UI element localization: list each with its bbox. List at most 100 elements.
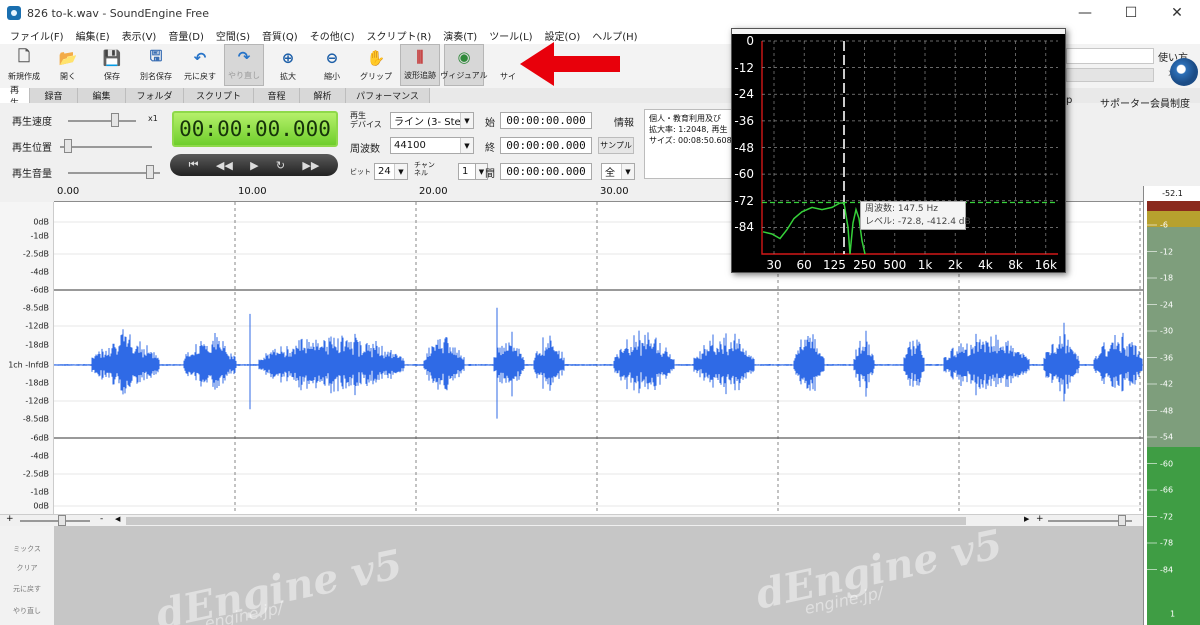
waveform-track-button[interactable]: ⫼ 波形追跡 (400, 44, 440, 86)
visual-icon: ◉ (457, 48, 471, 66)
menu-item[interactable]: 演奏(T) (437, 28, 483, 43)
save-as-button[interactable]: 🖫 別名保存 (136, 44, 176, 86)
menu-item[interactable]: その他(C) (304, 28, 361, 43)
zoom-minus-icon[interactable]: - (100, 514, 103, 524)
toolbar-button-label: ヴィジュアル (440, 71, 488, 80)
zoom-out-button[interactable]: ⊖ 縮小 (312, 44, 352, 86)
tab-4[interactable]: スクリプト (184, 88, 254, 103)
meter-tick-label: -66 (1160, 485, 1174, 495)
info-label: 情報 (614, 118, 634, 129)
frequency-select[interactable]: 44100 ▼ (390, 137, 474, 154)
menu-item[interactable]: スクリプト(R) (361, 28, 438, 43)
ruler-tick-label: 10.00 (238, 186, 267, 197)
redo-button[interactable]: ↷ やり直し (224, 44, 264, 86)
save-button[interactable]: 💾 保存 (92, 44, 132, 86)
position-slider-track[interactable] (60, 146, 152, 148)
level-meter: -52.1 -6 -12 -18 -24 -30 -36 -42 -48 -54 -60 -66 -7… (1143, 186, 1200, 625)
speed-slider-thumb[interactable] (111, 113, 119, 127)
link-p[interactable]: p (1066, 95, 1072, 106)
scroll-right-icon[interactable]: ▶ (1024, 515, 1029, 523)
interval-time-field[interactable]: 00:00:00.000 (500, 163, 592, 180)
channel-select[interactable]: 1 (458, 163, 476, 180)
position-slider-thumb[interactable] (64, 139, 72, 153)
zoom-slider-track[interactable] (20, 520, 90, 522)
device-select[interactable]: ライン (3- Stein ▼ (390, 112, 474, 129)
mixer-button[interactable]: 元に戻す (0, 584, 54, 594)
maximize-button[interactable]: ☐ (1108, 0, 1154, 26)
visual-button[interactable]: ◉ ヴィジュアル (440, 44, 488, 86)
speed-slider-track[interactable] (68, 120, 136, 122)
menu-item[interactable]: 編集(E) (70, 28, 116, 43)
tab-6[interactable]: 解析 (300, 88, 346, 103)
spectrum-x-tick-label: 125 (822, 258, 846, 272)
unit-select[interactable]: 全 ▼ (601, 163, 635, 180)
tab-7[interactable]: パフォーマンス (346, 88, 430, 103)
zoom-plus-icon[interactable]: + (6, 514, 14, 524)
tab-0[interactable]: 再生 (0, 86, 30, 109)
spectrum-analyzer[interactable]: 0 -12 -24 -36 -48 -60 -72 -84 30 60 125 250 500 1k 2k 4… (731, 28, 1066, 273)
tab-3[interactable]: フォルダ (126, 88, 184, 103)
toolbar-button-label: サイ (500, 72, 516, 81)
menu-item[interactable]: ファイル(F) (4, 28, 70, 43)
bit-label: ビット (350, 168, 371, 176)
undo-button[interactable]: ↶ 元に戻す (180, 44, 220, 86)
sound-engine-window: 826 to-k.wav - SoundEngine Free — ☐ ✕ ファ… (0, 0, 1200, 625)
mixer-button[interactable]: やり直し (0, 606, 54, 616)
tab-5[interactable]: 音程 (254, 88, 300, 103)
zoom-in-button[interactable]: ⊕ 拡大 (268, 44, 308, 86)
chevron-down-icon: ▼ (460, 138, 473, 153)
vzoom-plus-icon[interactable]: + (1036, 514, 1044, 524)
toolbar-button-label: やり直し (228, 71, 260, 80)
volume-slider-thumb[interactable] (146, 165, 154, 179)
db-scale-label: 0dB (33, 217, 49, 227)
sample-button[interactable]: サンプル (598, 137, 634, 154)
end-time-field[interactable]: 00:00:00.000 (500, 137, 592, 154)
supporter-link[interactable]: サポーター会員制度 (1100, 95, 1190, 110)
secondary-field (1066, 68, 1154, 82)
scroll-thumb[interactable] (126, 517, 966, 525)
tab-2[interactable]: 編集 (78, 88, 126, 103)
meter-bar (1147, 201, 1200, 625)
grip-hand-button[interactable]: ✋ グリップ (356, 44, 396, 86)
menu-item[interactable]: 音量(D) (162, 28, 210, 43)
spectrum-x-tick-label: 1k (917, 258, 933, 272)
menu-item[interactable]: 表示(V) (116, 28, 163, 43)
side-icon (498, 48, 518, 68)
menu-item[interactable]: 音質(Q) (256, 28, 304, 43)
minimize-button[interactable]: — (1062, 0, 1108, 26)
app-logo-icon (7, 6, 21, 20)
ruler-tick-label: 20.00 (419, 186, 448, 197)
bit-select[interactable]: 24 ▼ (374, 163, 408, 180)
vzoom-slider-thumb[interactable] (1118, 515, 1126, 526)
zoom-slider-thumb[interactable] (58, 515, 66, 526)
scroll-left-icon[interactable]: ◀ (115, 515, 120, 523)
spectrum-y-tick-label: -36 (734, 113, 754, 128)
menu-item[interactable]: 空間(S) (210, 28, 256, 43)
meter-tick-label: -72 (1160, 512, 1174, 521)
fast-forward-icon[interactable]: ▶▶ (302, 159, 319, 172)
play-icon[interactable]: ▶ (250, 159, 258, 172)
db-scale-label: -1dB (30, 231, 49, 241)
spectrum-y-tick-label: -12 (734, 60, 754, 75)
new-file-button[interactable]: 🗋 新規作成 (4, 44, 44, 86)
open-folder-button[interactable]: 📂 開く (48, 44, 88, 86)
meter-tick-label: -54 (1160, 432, 1174, 442)
search-field[interactable] (1066, 48, 1154, 64)
spectrum-y-tick-label: -72 (734, 193, 754, 208)
loop-icon[interactable]: ↻ (276, 159, 285, 172)
db-scale-label: -1dB (30, 487, 49, 497)
annotation-arrow-icon (520, 42, 620, 86)
close-button[interactable]: ✕ (1154, 0, 1200, 26)
rewind-icon[interactable]: ◀◀ (216, 159, 233, 172)
mixer-button[interactable]: クリア (0, 563, 54, 573)
toolbar-button-label: 縮小 (324, 72, 340, 81)
horizontal-scrollbar[interactable]: + - ◀ ▶ + (0, 514, 1143, 526)
mixer-button[interactable]: ミックス (0, 544, 54, 554)
spectrum-tooltip: 周波数: 147.5 Hz レベル: -72.8, -412.4 dB (860, 201, 971, 230)
skip-start-icon[interactable]: ⏮ (189, 158, 199, 172)
meter-tick-label: -18 (1160, 273, 1174, 283)
tab-1[interactable]: 録音 (30, 88, 78, 103)
start-time-field[interactable]: 00:00:00.000 (500, 112, 592, 129)
open-folder-icon: 📂 (58, 49, 78, 67)
spectrum-x-tick-label: 4k (978, 258, 993, 272)
